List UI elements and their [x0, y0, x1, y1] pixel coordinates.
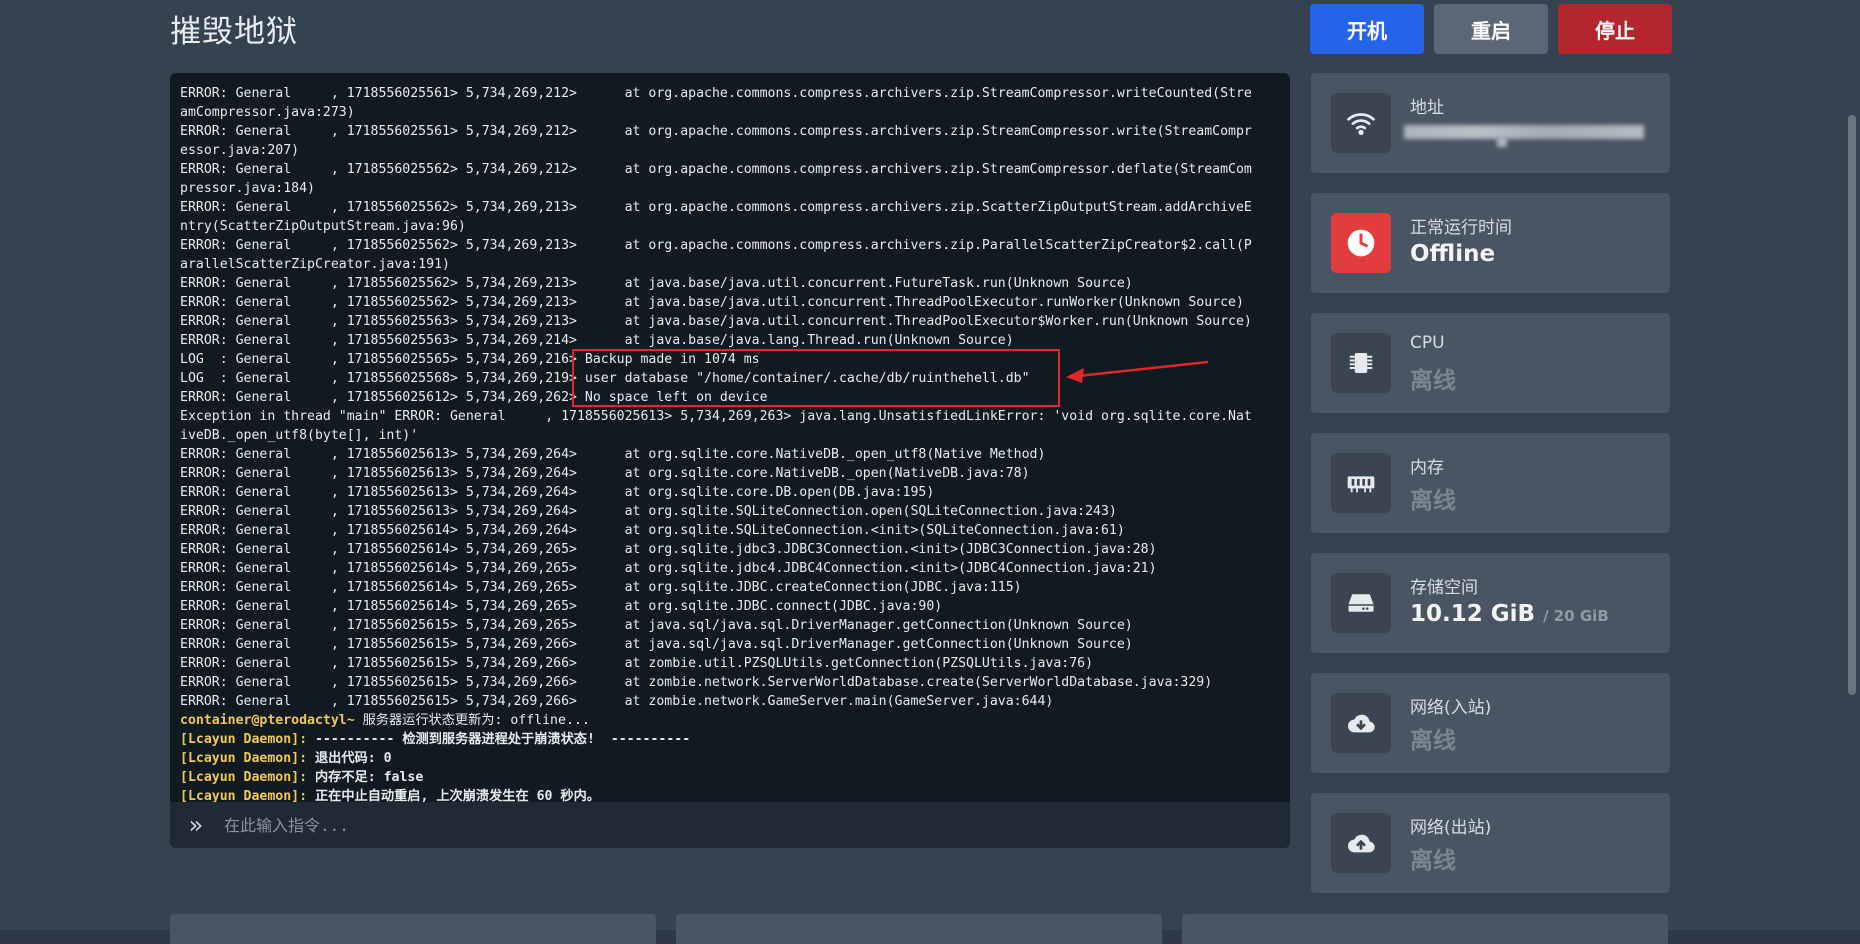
address-value-redacted — [1404, 125, 1644, 139]
storage-total: / 20 GiB — [1543, 607, 1609, 625]
clock-icon — [1331, 213, 1391, 273]
hard-drive-icon — [1331, 573, 1391, 633]
stats-panel: 地址 正常运行时间 Offline CPU 离线 内存 离线 存储空间 10.1… — [1311, 73, 1670, 913]
console-line: ERROR: General , 1718556025563> 5,734,26… — [180, 314, 1252, 329]
storage-used: 10.12 GiB — [1410, 601, 1536, 627]
stat-label: 网络(出站) — [1410, 818, 1492, 838]
page-title: 摧毁地狱 — [170, 14, 298, 50]
console-line: ERROR: General , 1718556025613> 5,734,26… — [180, 485, 935, 500]
start-button[interactable]: 开机 — [1310, 4, 1424, 54]
console-line: amCompressor.java:273) — [180, 105, 355, 120]
cloud-upload-icon — [1331, 813, 1391, 873]
console-line-prefix: [Lcayun Daemon]: — [180, 751, 308, 766]
console-line: ERROR: General , 1718556025561> 5,734,26… — [180, 86, 1252, 101]
console-line: ntry(ScatterZipOutputStream.java:96) — [180, 219, 466, 234]
console-line: arallelScatterZipCreator.java:191) — [180, 257, 450, 272]
cloud-download-icon — [1331, 693, 1391, 753]
annotation-highlight-box — [572, 349, 1060, 407]
command-input[interactable] — [222, 814, 1266, 836]
restart-button[interactable]: 重启 — [1434, 4, 1548, 54]
double-chevron-right-icon: » — [188, 811, 204, 839]
console-panel: ERROR: General , 1718556025561> 5,734,26… — [170, 73, 1290, 848]
stat-value: 10.12 GiB / 20 GiB — [1410, 601, 1609, 627]
cpu-icon — [1331, 333, 1391, 393]
console-line: Exception in thread "main" ERROR: Genera… — [180, 409, 1252, 424]
console-line: essor.java:207) — [180, 143, 300, 158]
stat-label: 正常运行时间 — [1410, 218, 1512, 238]
console-line: ERROR: General , 1718556025613> 5,734,26… — [180, 504, 1117, 519]
stat-label: 地址 — [1410, 98, 1444, 118]
console-line: ERROR: General , 1718556025614> 5,734,26… — [180, 561, 1157, 576]
stat-label: CPU — [1410, 333, 1445, 353]
stat-value: Offline — [1410, 241, 1496, 267]
console-line: ERROR: General , 1718556025615> 5,734,26… — [180, 694, 1054, 709]
console-line: ERROR: General , 1718556025615> 5,734,26… — [180, 618, 1133, 633]
stop-button[interactable]: 停止 — [1558, 4, 1672, 54]
stat-memory: 内存 离线 — [1311, 433, 1670, 533]
annotation-arrow-icon — [1066, 360, 1209, 383]
console-status-line: [Lcayun Daemon]: ---------- 检测到服务器进程处于崩溃… — [180, 730, 1280, 749]
stat-value: 离线 — [1410, 368, 1456, 394]
console-line: ERROR: General , 1718556025563> 5,734,26… — [180, 333, 1014, 348]
console-line: ERROR: General , 1718556025561> 5,734,26… — [180, 124, 1252, 139]
stat-value: 离线 — [1410, 488, 1456, 514]
console-line-text: ---------- 检测到服务器进程处于崩溃状态! ---------- — [307, 732, 691, 747]
console-output: ERROR: General , 1718556025561> 5,734,26… — [180, 84, 1280, 819]
console-line: ERROR: General , 1718556025615> 5,734,26… — [180, 675, 1213, 690]
console-line: ERROR: General , 1718556025562> 5,734,26… — [180, 238, 1252, 253]
page-scrollbar[interactable] — [1848, 115, 1856, 695]
stat-address: 地址 — [1311, 73, 1670, 173]
console-line: pressor.java:184) — [180, 181, 315, 196]
console-line: ERROR: General , 1718556025615> 5,734,26… — [180, 637, 1133, 652]
stat-label: 内存 — [1410, 458, 1444, 478]
console-status-line: [Lcayun Daemon]: 内存不足: false — [180, 768, 1280, 787]
console-status-line: container@pterodactyl~ 服务器运行状态更新为: offli… — [180, 711, 1280, 730]
stat-network-in: 网络(入站) 离线 — [1311, 673, 1670, 773]
bottom-card — [170, 914, 656, 944]
console-line: iveDB._open_utf8(byte[], int)' — [180, 428, 419, 443]
stat-network-out: 网络(出站) 离线 — [1311, 793, 1670, 893]
stat-value: 离线 — [1410, 728, 1456, 754]
stat-label: 存储空间 — [1410, 578, 1478, 598]
memory-icon — [1331, 453, 1391, 513]
console-line: ERROR: General , 1718556025614> 5,734,26… — [180, 523, 1125, 538]
console-line: ERROR: General , 1718556025562> 5,734,26… — [180, 200, 1252, 215]
console-line-text: 服务器运行状态更新为: offline... — [354, 713, 590, 728]
stat-storage: 存储空间 10.12 GiB / 20 GiB — [1311, 553, 1670, 653]
console-line-prefix: container@pterodactyl~ — [180, 713, 355, 728]
power-controls: 开机 重启 停止 — [1310, 4, 1672, 54]
bottom-cards — [170, 914, 1668, 944]
stat-label: 网络(入站) — [1410, 698, 1492, 718]
bottom-card — [1182, 914, 1668, 944]
console-status-line: [Lcayun Daemon]: 退出代码: 0 — [180, 749, 1280, 768]
bottom-card — [676, 914, 1162, 944]
console-line: ERROR: General , 1718556025615> 5,734,26… — [180, 656, 1094, 671]
console-line: ERROR: General , 1718556025614> 5,734,26… — [180, 580, 1022, 595]
stat-value: 离线 — [1410, 848, 1456, 874]
console-line-text: 退出代码: 0 — [307, 751, 392, 766]
console-line: ERROR: General , 1718556025562> 5,734,26… — [180, 295, 1244, 310]
wifi-icon — [1331, 93, 1391, 153]
console-line: ERROR: General , 1718556025562> 5,734,26… — [180, 276, 1133, 291]
console-line-text: 内存不足: false — [307, 770, 424, 785]
console-line: ERROR: General , 1718556025614> 5,734,26… — [180, 542, 1157, 557]
console-line: ERROR: General , 1718556025614> 5,734,26… — [180, 599, 943, 614]
console-line: ERROR: General , 1718556025562> 5,734,26… — [180, 162, 1252, 177]
command-bar: » — [170, 802, 1290, 848]
stat-cpu: CPU 离线 — [1311, 313, 1670, 413]
console-line-prefix: [Lcayun Daemon]: — [180, 770, 308, 785]
address-value-redacted-tail — [1497, 137, 1507, 147]
console-line: ERROR: General , 1718556025613> 5,734,26… — [180, 447, 1046, 462]
console-line: ERROR: General , 1718556025613> 5,734,26… — [180, 466, 1030, 481]
stat-uptime: 正常运行时间 Offline — [1311, 193, 1670, 293]
console-line-prefix: [Lcayun Daemon]: — [180, 732, 308, 747]
